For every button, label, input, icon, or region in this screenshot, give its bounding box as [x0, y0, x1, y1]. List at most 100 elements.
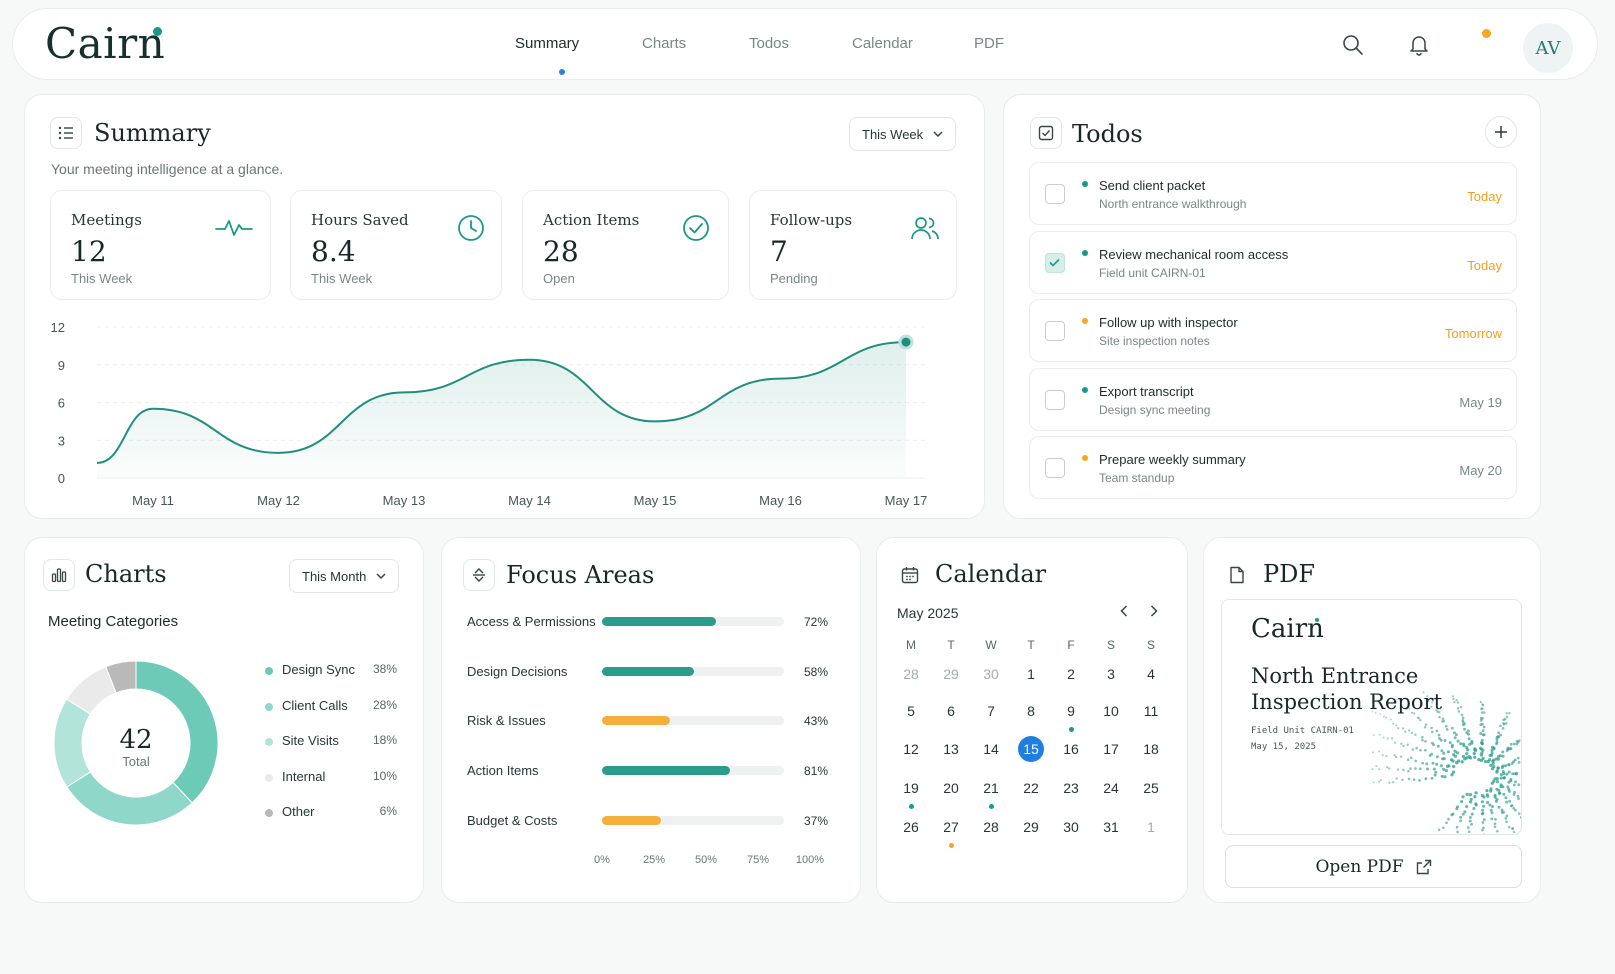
cover-dot — [1401, 727, 1405, 730]
calendar-day[interactable]: 30 — [1051, 814, 1091, 840]
cover-dot — [1443, 739, 1447, 742]
calendar-day[interactable]: 5 — [891, 698, 931, 724]
todo-item[interactable]: Review mechanical room access Field unit … — [1029, 230, 1517, 294]
pdf-card: PDF Cairn North Entrance Inspection Repo… — [1203, 537, 1541, 903]
calendar-day[interactable]: 30 — [971, 661, 1011, 687]
calendar-day[interactable]: 19 — [891, 775, 931, 801]
charts-range-dropdown[interactable]: This Month — [289, 559, 400, 593]
next-month-button[interactable] — [1144, 601, 1164, 621]
calendar-day[interactable]: 17 — [1091, 736, 1131, 762]
calendar-day[interactable]: 14 — [971, 736, 1011, 762]
cover-dot — [1497, 805, 1501, 809]
nav-pdf[interactable]: PDF — [974, 35, 1004, 52]
notification-badge — [1482, 29, 1491, 38]
calendar-day[interactable]: 16 — [1051, 736, 1091, 762]
calendar-day[interactable]: 25 — [1131, 775, 1171, 801]
calendar-day[interactable]: 28 — [891, 661, 931, 687]
calendar-day[interactable]: 15 — [1011, 736, 1051, 762]
calendar-day[interactable]: 18 — [1131, 736, 1171, 762]
focus-bar-label: Risk & Issues — [467, 713, 546, 729]
avatar[interactable]: AV — [1523, 23, 1573, 73]
calendar-day[interactable]: 2 — [1051, 661, 1091, 687]
weekday-label: S — [1106, 638, 1115, 652]
calendar-day-number: 11 — [1143, 703, 1159, 719]
todo-item[interactable]: Prepare weekly summary Team standup May 20 — [1029, 436, 1517, 499]
calendar-day[interactable]: 21 — [971, 775, 1011, 801]
nav-todos[interactable]: Todos — [749, 35, 789, 52]
calendar-day[interactable]: 1 — [1011, 661, 1051, 687]
calendar-day[interactable]: 26 — [891, 814, 931, 840]
cover-dot — [1437, 828, 1441, 832]
calendar-day-number: 28 — [983, 819, 999, 835]
cover-dot — [1501, 727, 1505, 730]
x-tick-label: May 16 — [759, 493, 802, 508]
stat-value: 28 — [543, 235, 579, 268]
cover-dot — [1493, 822, 1497, 826]
open-pdf-button[interactable]: Open PDF — [1225, 845, 1522, 888]
cover-dot — [1504, 817, 1508, 820]
todo-due-date: May 20 — [1459, 463, 1502, 478]
cover-dot — [1514, 808, 1517, 812]
calendar-day[interactable]: 31 — [1091, 814, 1131, 840]
cover-dot — [1456, 739, 1460, 743]
calendar-day[interactable]: 4 — [1131, 661, 1171, 687]
todo-checkbox[interactable] — [1045, 389, 1065, 410]
calendar-day-number: 31 — [1103, 819, 1119, 835]
calendar-day[interactable]: 9 — [1051, 698, 1091, 724]
cover-dot — [1450, 743, 1454, 747]
cover-dot — [1468, 815, 1472, 819]
calendar-day-number: 19 — [903, 780, 919, 796]
cover-dot — [1481, 716, 1484, 720]
calendar-day[interactable]: 29 — [931, 661, 971, 687]
todo-checkbox[interactable] — [1045, 321, 1065, 341]
todo-item[interactable]: Send client packet North entrance walkthr… — [1029, 162, 1517, 225]
todo-due-date: Today — [1467, 257, 1502, 273]
cover-dot — [1388, 781, 1391, 784]
nav-charts[interactable]: Charts — [642, 35, 686, 52]
calendar-day[interactable]: 10 — [1091, 698, 1131, 724]
calendar-day[interactable]: 22 — [1011, 775, 1051, 801]
calendar-day[interactable]: 28 — [971, 814, 1011, 840]
calendar-day[interactable]: 24 — [1091, 775, 1131, 801]
prev-month-button[interactable] — [1114, 601, 1134, 621]
todo-checkbox[interactable] — [1045, 184, 1065, 204]
calendar-day[interactable]: 27 — [931, 814, 971, 840]
cover-dot — [1465, 805, 1469, 809]
todo-item[interactable]: Export transcript Design sync meeting May … — [1029, 367, 1517, 431]
calendar-day[interactable]: 29 — [1011, 814, 1051, 840]
bar-chart-icon — [43, 559, 75, 591]
add-todo-button[interactable] — [1485, 116, 1517, 148]
todo-checkbox[interactable] — [1045, 252, 1065, 273]
calendar-day[interactable]: 3 — [1091, 661, 1131, 687]
search-icon[interactable] — [1339, 31, 1367, 59]
pdf-preview[interactable]: Cairn North Entrance Inspection Report F… — [1221, 599, 1522, 835]
cover-dot — [1418, 767, 1422, 771]
cover-dot — [1433, 773, 1437, 777]
summary-range-label: This Week — [862, 126, 924, 142]
calendar-day-number: 30 — [1063, 819, 1079, 835]
cover-dot — [1509, 804, 1513, 808]
summary-range-dropdown[interactable]: This Week — [849, 117, 957, 151]
todo-item[interactable]: Follow up with inspector Site inspection … — [1029, 299, 1517, 362]
calendar-day[interactable]: 13 — [931, 736, 971, 762]
calendar-day[interactable]: 11 — [1131, 698, 1171, 724]
focus-title: Focus Areas — [506, 561, 655, 589]
cover-dot — [1461, 723, 1465, 727]
calendar-day[interactable]: 7 — [971, 698, 1011, 724]
calendar-day[interactable]: 23 — [1051, 775, 1091, 801]
calendar-day[interactable]: 8 — [1011, 698, 1051, 724]
app-logo[interactable]: Cairn — [45, 19, 165, 68]
calendar-day[interactable]: 1 — [1131, 814, 1171, 840]
cover-dot — [1447, 817, 1450, 821]
bell-icon[interactable] — [1405, 31, 1433, 59]
nav-summary[interactable]: Summary — [515, 35, 579, 52]
cover-dot — [1498, 754, 1502, 758]
calendar-day[interactable]: 6 — [931, 698, 971, 724]
cover-dot — [1443, 775, 1447, 779]
calendar-day[interactable]: 20 — [931, 775, 971, 801]
calendar-day[interactable]: 12 — [891, 736, 931, 762]
todo-checkbox[interactable] — [1045, 458, 1065, 478]
top-nav-bar: Cairn Summary Charts Todos Calendar PDF … — [12, 8, 1598, 80]
nav-calendar[interactable]: Calendar — [852, 35, 913, 52]
cover-dot — [1515, 739, 1519, 743]
